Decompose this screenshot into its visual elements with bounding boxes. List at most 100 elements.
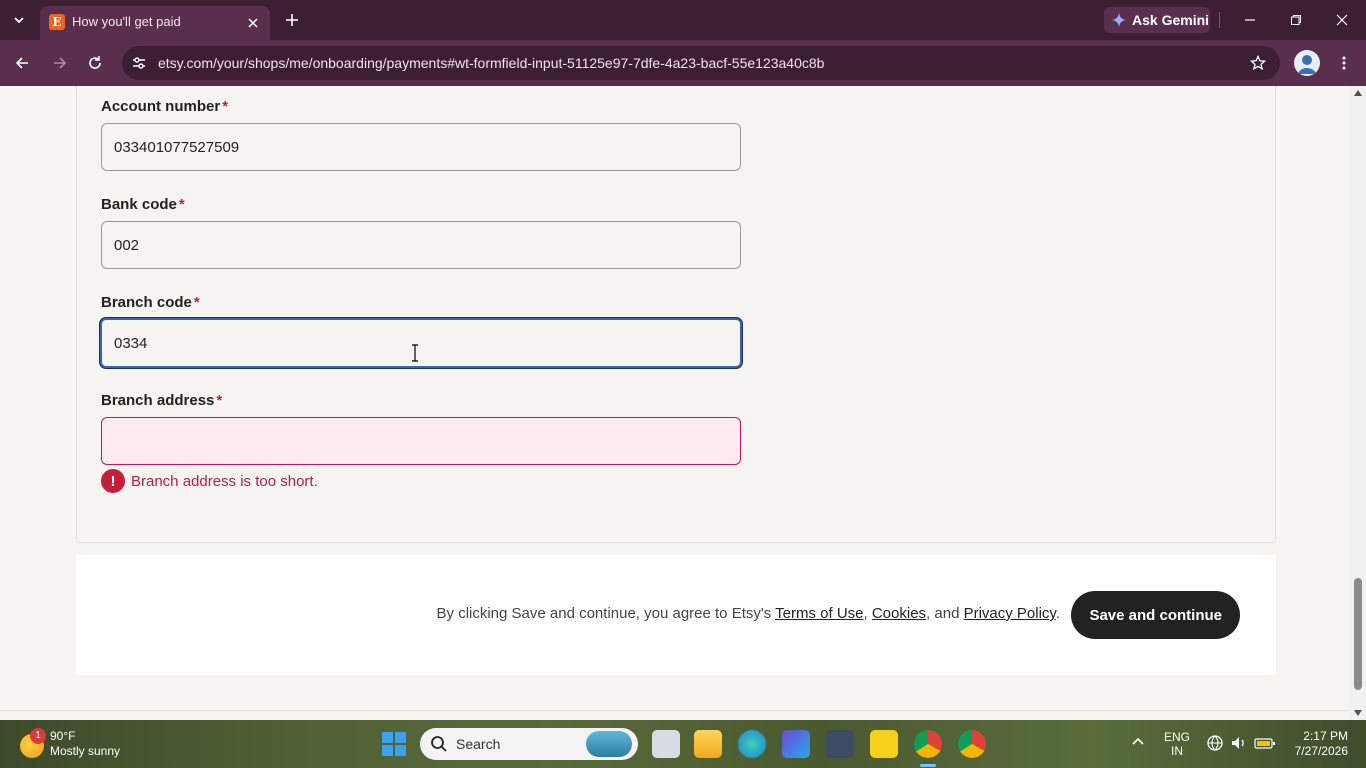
close-icon (248, 18, 258, 28)
reload-button[interactable] (83, 51, 107, 75)
task-view-icon[interactable] (652, 730, 680, 758)
tabstrip-divider (1219, 12, 1220, 28)
scroll-down-arrow-icon[interactable] (1354, 710, 1362, 716)
account-number-label-text: Account number (101, 98, 221, 115)
language-line-2: IN (1171, 744, 1183, 758)
chrome-profile-2-icon[interactable] (958, 730, 986, 758)
scroll-thumb[interactable] (1354, 578, 1362, 690)
page-scrollbar[interactable] (1350, 86, 1366, 720)
cookies-link[interactable]: Cookies (872, 605, 926, 622)
windows-logo-icon (382, 732, 393, 743)
search-icon (431, 736, 447, 752)
weather-widget[interactable]: 1 90°F Mostly sunny (20, 726, 150, 762)
minimize-icon (1245, 19, 1255, 21)
url-text: etsy.com/your/shops/me/onboarding/paymen… (158, 55, 825, 71)
profile-avatar[interactable] (1294, 50, 1320, 76)
legal-sep-2: , and (926, 605, 964, 622)
required-marker: * (216, 392, 223, 409)
windows-taskbar: 1 90°F Mostly sunny Search ENG IN 2:17 P… (0, 720, 1366, 768)
terms-of-use-link[interactable]: Terms of Use (775, 605, 863, 622)
windows-logo-icon-part (395, 745, 406, 756)
bank-code-label-text: Bank code (101, 196, 177, 213)
branch-code-label-text: Branch code (101, 294, 192, 311)
active-app-indicator (920, 764, 936, 767)
volume-icon[interactable] (1230, 734, 1248, 752)
legal-suffix: . (1055, 605, 1060, 622)
save-and-continue-button[interactable]: Save and continue (1071, 591, 1240, 639)
star-icon (1250, 55, 1266, 71)
account-number-input[interactable] (101, 123, 741, 171)
battery-icon[interactable] (1254, 734, 1276, 752)
file-explorer-icon[interactable] (694, 730, 722, 758)
browser-menu-button[interactable] (1332, 51, 1356, 75)
more-vertical-icon (1342, 56, 1346, 70)
form-footer: By clicking Save and continue, you agree… (76, 555, 1276, 675)
search-placeholder: Search (456, 736, 501, 752)
tab-strip: E How you'll get paid Ask Gemini (0, 0, 1366, 40)
branch-address-label-text: Branch address (101, 392, 215, 409)
clock-date: 7/27/2026 (1294, 744, 1348, 758)
search-highlight-image (586, 731, 632, 757)
restore-button[interactable] (1284, 8, 1308, 32)
branch-address-error-text: Branch address is too short. (131, 472, 318, 490)
browser-toolbar: etsy.com/your/shops/me/onboarding/paymen… (0, 40, 1366, 86)
error-icon: ! (101, 469, 125, 493)
scroll-up-arrow-icon[interactable] (1354, 90, 1362, 96)
legal-prefix: By clicking Save and continue, you agree… (436, 605, 776, 622)
account-number-label: Account number * (101, 98, 228, 115)
restore-icon (1291, 15, 1301, 25)
network-globe-icon[interactable] (1206, 734, 1224, 752)
branch-code-input[interactable] (100, 318, 742, 368)
camera-app-icon[interactable] (826, 730, 854, 758)
site-info-button[interactable] (130, 54, 148, 72)
reload-icon (89, 56, 101, 69)
avatar-icon (1298, 55, 1316, 74)
sticky-notes-icon[interactable] (870, 730, 898, 758)
branch-address-error: ! Branch address is too short. (101, 469, 318, 493)
chevron-down-icon (14, 17, 24, 24)
start-button[interactable] (382, 732, 406, 756)
legal-sep-1: , (863, 605, 872, 622)
branch-code-label: Branch code * (101, 294, 200, 311)
required-marker: * (193, 294, 200, 311)
system-clock[interactable]: 2:17 PM 7/27/2026 (1286, 729, 1348, 759)
clock-time: 2:17 PM (1303, 729, 1348, 743)
arrow-left-icon (15, 57, 28, 69)
weather-description: Mostly sunny (50, 744, 121, 758)
windows-logo-icon-part (382, 745, 393, 756)
back-button[interactable] (10, 51, 34, 75)
ask-gemini-button[interactable]: Ask Gemini (1104, 7, 1210, 33)
etsy-favicon-icon: E (49, 14, 65, 30)
minimize-button[interactable] (1238, 8, 1262, 32)
bookmark-button[interactable] (1248, 53, 1268, 73)
close-icon (1336, 14, 1348, 26)
close-window-button[interactable] (1330, 8, 1354, 32)
page-viewport: Account number* Bank code* Branch code* … (0, 86, 1350, 720)
language-indicator[interactable]: ENG IN (1164, 730, 1190, 758)
tab-title: How you'll get paid (72, 14, 181, 29)
windows-logo-icon-part (395, 732, 406, 743)
required-marker: * (222, 98, 229, 115)
privacy-policy-link[interactable]: Privacy Policy (964, 605, 1056, 622)
chevron-up-icon[interactable] (1130, 734, 1146, 750)
tab-search-button[interactable] (6, 7, 32, 33)
browser-tab[interactable]: E How you'll get paid (40, 6, 270, 40)
text-cursor-icon (412, 344, 418, 362)
page-divider (0, 710, 1350, 711)
taskbar-search[interactable]: Search (420, 728, 638, 760)
copilot-app-icon[interactable] (782, 730, 810, 758)
gemini-sparkle-icon (1112, 13, 1126, 27)
address-bar[interactable]: etsy.com/your/shops/me/onboarding/paymen… (122, 46, 1280, 80)
bank-code-input[interactable] (101, 221, 741, 269)
new-tab-button[interactable] (280, 8, 304, 32)
plus-icon (286, 14, 298, 26)
weather-temperature: 90°F (50, 729, 76, 743)
forward-button[interactable] (48, 51, 72, 75)
chrome-profile-1-icon[interactable] (914, 730, 942, 758)
legal-notice: By clicking Save and continue, you agree… (437, 605, 1060, 622)
edge-browser-icon[interactable] (738, 730, 766, 758)
branch-address-label: Branch address * (101, 392, 222, 409)
ask-gemini-label: Ask Gemini (1132, 12, 1210, 28)
tab-close-button[interactable] (243, 13, 263, 33)
branch-address-input[interactable] (101, 417, 741, 465)
